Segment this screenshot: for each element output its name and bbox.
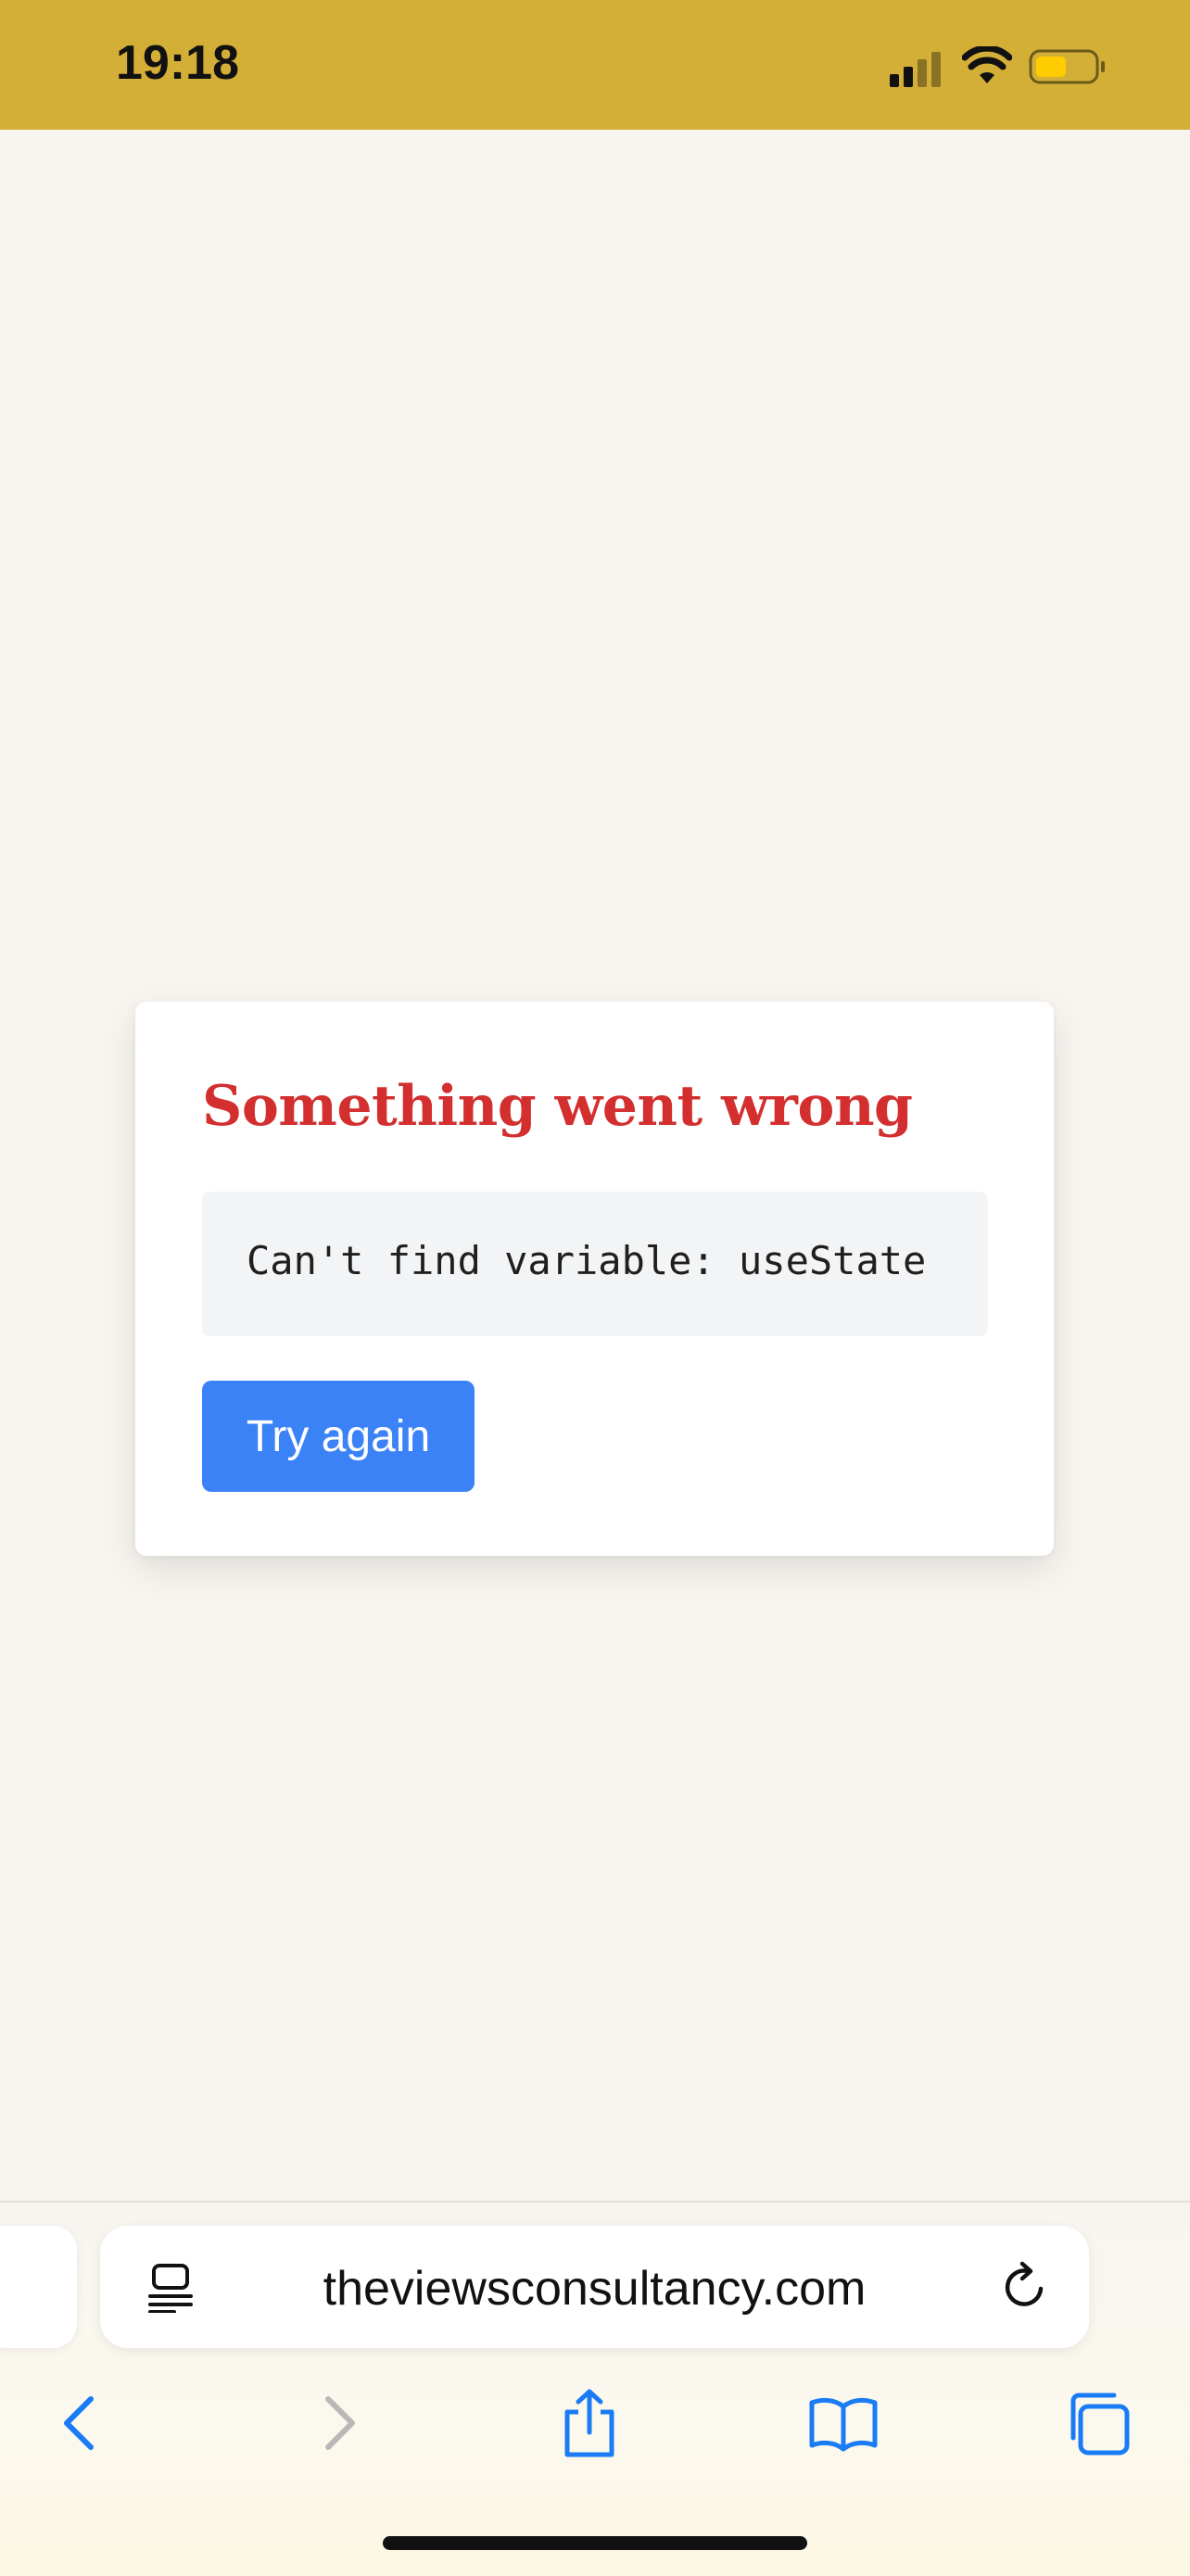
- error-message: Can't find variable: useState: [247, 1238, 927, 1283]
- error-title: Something went wrong: [202, 1074, 913, 1139]
- share-icon[interactable]: [560, 2388, 619, 2458]
- status-time: 19:18: [116, 36, 239, 90]
- bookmarks-button[interactable]: [799, 2379, 888, 2468]
- status-icons: [890, 43, 1112, 93]
- forward-icon[interactable]: [317, 2393, 361, 2453]
- try-again-button[interactable]: Try again: [202, 1381, 475, 1492]
- status-bar: 19:18: [0, 0, 1190, 130]
- bookmarks-icon[interactable]: [808, 2393, 879, 2453]
- forward-button[interactable]: [295, 2379, 384, 2468]
- wifi-icon: [962, 46, 1012, 83]
- share-button[interactable]: [545, 2379, 634, 2468]
- reload-icon[interactable]: [1000, 2261, 1052, 2313]
- battery-icon: [1029, 49, 1105, 84]
- back-icon[interactable]: [57, 2393, 102, 2453]
- error-card: Something went wrong Can't find variable…: [135, 1002, 1054, 1556]
- address-bar[interactable]: theviewsconsultancy.com: [100, 2226, 1089, 2348]
- previous-tab-preview[interactable]: [0, 2226, 77, 2348]
- home-indicator[interactable]: [383, 2536, 807, 2550]
- tabs-icon[interactable]: [1064, 2390, 1131, 2456]
- cellular-signal-icon: [890, 52, 941, 87]
- error-message-box: Can't find variable: useState: [202, 1192, 988, 1336]
- url-text[interactable]: theviewsconsultancy.com: [100, 2261, 1089, 2317]
- tabs-button[interactable]: [1053, 2379, 1142, 2468]
- back-button[interactable]: [35, 2379, 124, 2468]
- browser-toolbar: theviewsconsultancy.com: [0, 2201, 1190, 2576]
